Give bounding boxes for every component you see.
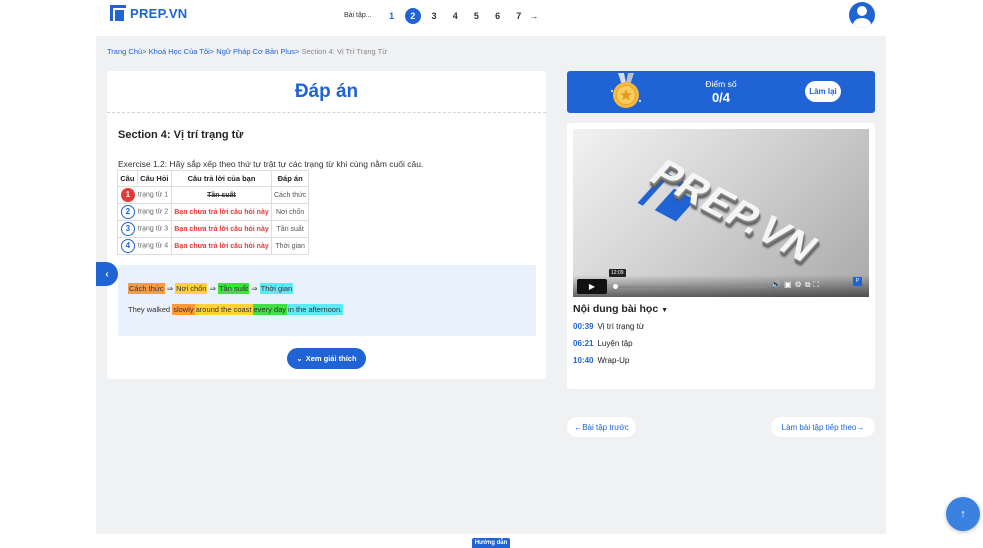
correct-answer: Tần suất	[270, 220, 310, 238]
answer-table: Câu Câu Hỏi Câu trả lời của bạn Đáp án 1…	[117, 170, 310, 255]
chevron-down-icon: ⌄	[296, 354, 303, 363]
arrow-up-icon: ↑	[960, 508, 966, 520]
breadcrumb-current: Section 4: Vị Trí Trạng Từ	[301, 47, 388, 56]
score-panel: Điểm số 0/4 Làm lại	[567, 71, 875, 113]
correct-answer: Cách thức	[270, 186, 310, 204]
logo[interactable]: PREP.VN	[110, 5, 188, 21]
exercise-instruction: Exercise 1.2: Hãy sắp xếp theo thứ tự tr…	[118, 159, 424, 169]
table-row: 4 trạng từ 4 Bạn chưa trả lời câu hỏi này…	[117, 237, 310, 255]
question-number-badge: 3	[120, 222, 135, 236]
pager-label: Bài tập...	[344, 12, 372, 19]
sentence-time: in the afternoon.	[287, 304, 344, 315]
play-icon[interactable]: ▶	[577, 279, 607, 294]
user-answer: Tần suất	[171, 186, 272, 204]
page-3[interactable]: 3	[426, 8, 442, 24]
lesson-card: PREP.VN 12:09 ▶ 🔊▣⚙⧉⛶ P Nội dung bài học…	[567, 123, 875, 389]
question-text: trạng từ 1	[137, 191, 169, 199]
chain-frequency: Tần suất	[217, 283, 250, 294]
example-sentence: They walked slowly around the coast every …	[128, 304, 344, 315]
breadcrumb: Trang Chủ> Khoá Học Của Tôi> Ngữ Pháp Cơ…	[107, 47, 388, 56]
sentence-manner: slowly	[172, 304, 195, 315]
answer-title: Đáp án	[107, 71, 546, 113]
video-controls: ▶ 🔊▣⚙⧉⛶ P	[573, 275, 869, 297]
page-4[interactable]: 4	[447, 8, 463, 24]
page-2-active[interactable]: 2	[404, 7, 421, 24]
table-row: 1 trạng từ 1 Tần suất Cách thức	[117, 186, 310, 204]
exercise-pager: Bài tập... 1 2 3 4 5 6 7 →	[344, 7, 538, 24]
bottom-guide-tab[interactable]: Hướng dẫn	[472, 538, 510, 548]
left-margin	[0, 36, 96, 548]
right-margin	[886, 36, 983, 548]
explain-button-label: Xem giải thích	[305, 354, 357, 363]
video-player[interactable]: PREP.VN 12:09 ▶ 🔊▣⚙⧉⛶ P	[573, 129, 869, 297]
next-exercise-button[interactable]: Làm bài tập tiếp theo→	[771, 417, 875, 437]
scroll-to-top-button[interactable]: ↑	[946, 497, 980, 531]
col-header-correct: Đáp án	[270, 170, 310, 187]
question-number-badge: 4	[120, 239, 135, 253]
retry-button[interactable]: Làm lại	[805, 81, 841, 102]
answer-card: Đáp án Section 4: Vị trí trạng từ Exerci…	[107, 71, 546, 379]
caret-down-icon: ▼	[661, 307, 669, 314]
correct-answer: Nơi chốn	[270, 203, 310, 221]
correct-answer: Thời gian	[270, 237, 310, 255]
page-6[interactable]: 6	[490, 8, 506, 24]
breadcrumb-home[interactable]: Trang Chủ	[107, 47, 142, 56]
show-explanation-button[interactable]: ⌄ Xem giải thích	[287, 348, 366, 369]
lesson-item[interactable]: 00:39 Vị trí trạng từ	[573, 322, 644, 331]
section-title: Section 4: Vị trí trạng từ	[118, 129, 244, 141]
sentence-prefix: They walked	[128, 305, 171, 314]
video-toolbar-icons[interactable]: 🔊▣⚙⧉⛶	[771, 280, 822, 290]
question-number-badge: 2	[120, 205, 135, 219]
page-1[interactable]: 1	[384, 8, 400, 24]
sentence-place: around the coast	[194, 304, 253, 315]
col-header-question: Câu Hỏi	[136, 170, 173, 187]
breadcrumb-course[interactable]: Ngữ Pháp Cơ Bản Plus	[216, 47, 295, 56]
user-answer: Bạn chưa trả lời câu hỏi này	[171, 203, 272, 221]
col-header-user-answer: Câu trả lời của bạn	[171, 170, 272, 187]
page-7[interactable]: 7	[511, 8, 527, 24]
chevron-left-icon: ‹	[105, 268, 109, 280]
sentence-frequency: every day	[252, 304, 288, 315]
table-row: 3 trạng từ 3 Bạn chưa trả lời câu hỏi này…	[117, 220, 310, 238]
page-5[interactable]: 5	[468, 8, 484, 24]
explanation-box: Cách thức ⇒ Nơi chốn ⇒ Tần suất ⇒ Thời g…	[118, 265, 536, 336]
question-number-badge: 1	[120, 188, 135, 202]
breadcrumb-my-courses[interactable]: Khoá Học Của Tôi	[149, 47, 210, 56]
chain-place: Nơi chốn	[175, 283, 208, 294]
logo-icon	[110, 5, 126, 21]
table-row: 2 trạng từ 2 Bạn chưa trả lời câu hỏi này…	[117, 203, 310, 221]
user-avatar-icon[interactable]	[849, 2, 875, 28]
user-answer: Bạn chưa trả lời câu hỏi này	[171, 220, 272, 238]
question-text: trạng từ 4	[137, 242, 169, 250]
logo-text: PREP.VN	[130, 5, 188, 21]
video-brand-icon: P	[853, 277, 862, 286]
question-text: trạng từ 3	[137, 225, 169, 233]
previous-exercise-button[interactable]: ←Bài tập trước	[567, 417, 636, 437]
adverb-order-chain: Cách thức ⇒ Nơi chốn ⇒ Tần suất ⇒ Thời g…	[128, 283, 294, 294]
col-header-num: Câu	[117, 170, 138, 187]
lesson-item[interactable]: 10:40 Wrap-Up	[573, 356, 629, 365]
question-text: trạng từ 2	[137, 208, 169, 216]
user-answer: Bạn chưa trả lời câu hỏi này	[171, 237, 272, 255]
lesson-content-title[interactable]: Nội dung bài học ▼	[573, 303, 668, 315]
video-progress-bar[interactable]	[613, 284, 765, 289]
lesson-item[interactable]: 06:21 Luyện tập	[573, 339, 633, 348]
pager-next-arrow[interactable]: →	[529, 11, 538, 21]
chain-time: Thời gian	[259, 283, 294, 294]
chain-manner: Cách thức	[128, 283, 165, 294]
